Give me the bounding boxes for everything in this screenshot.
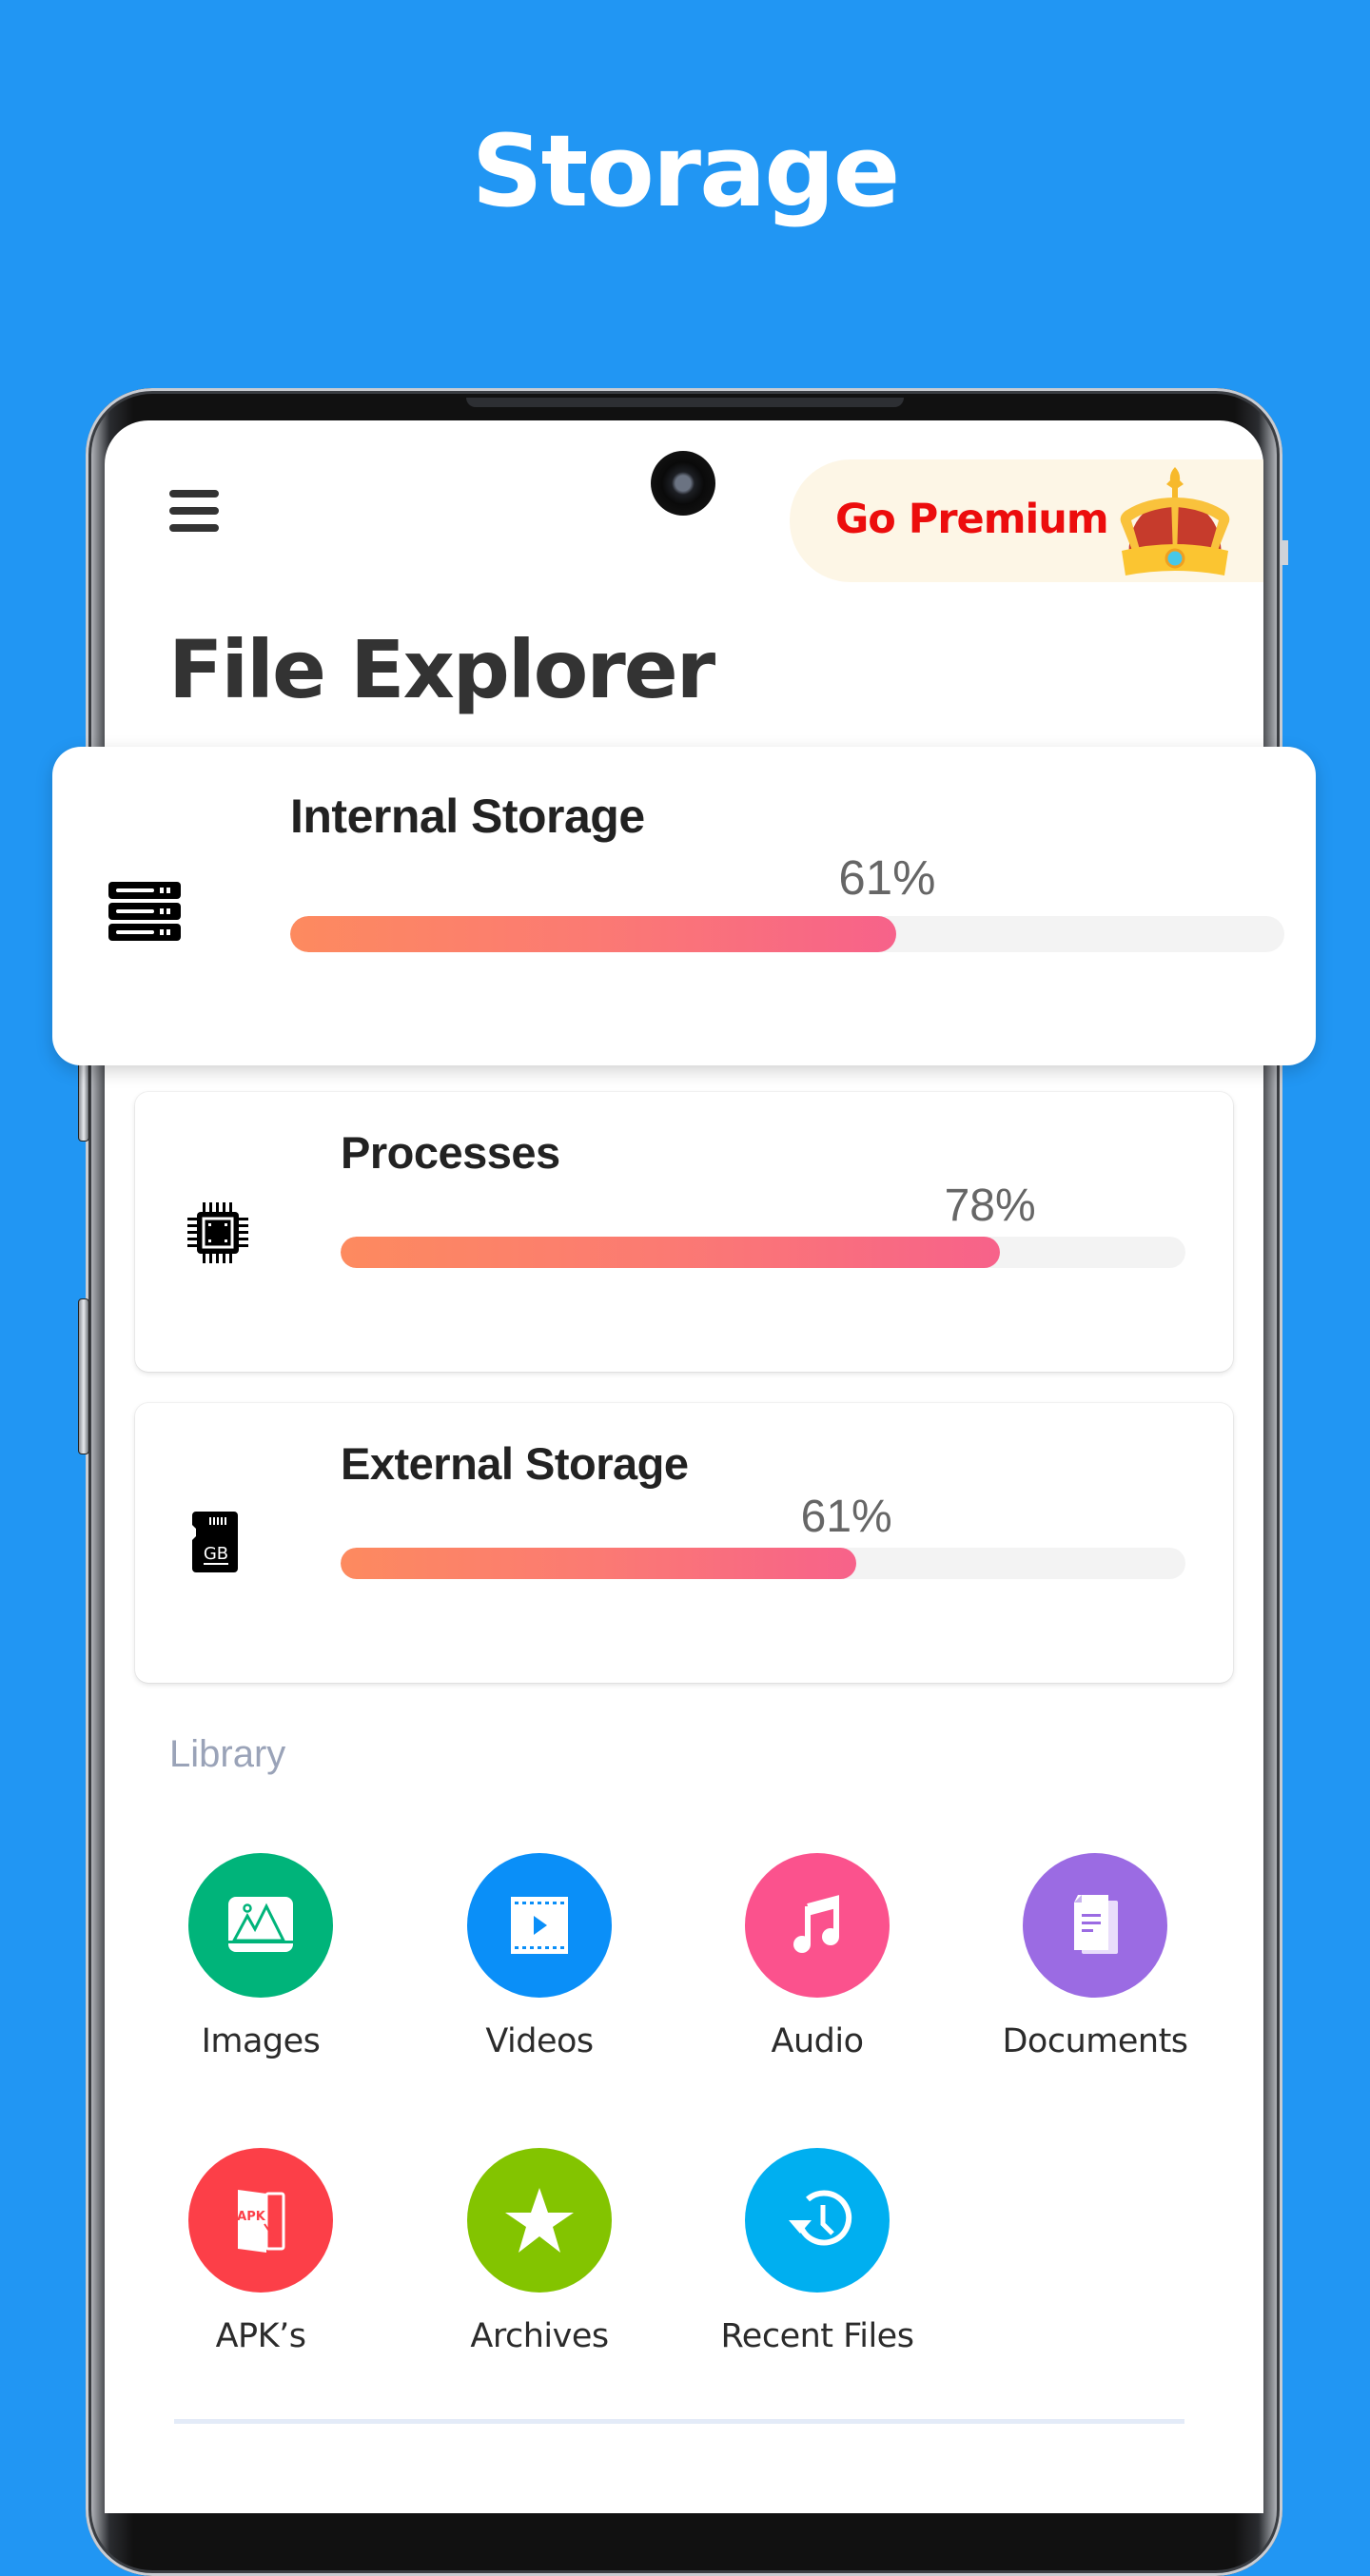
- sd-card-icon: GB: [192, 1512, 238, 1572]
- library-item-videos[interactable]: Videos: [416, 1853, 663, 2060]
- phone-power-button: [1281, 540, 1288, 565]
- server-storage-icon: [108, 882, 181, 941]
- apks-button[interactable]: APK: [188, 2148, 333, 2293]
- svg-text:APK: APK: [237, 2210, 266, 2224]
- image-icon: [228, 1897, 293, 1952]
- documents-button[interactable]: [1023, 1853, 1167, 1998]
- library-item-label: Videos: [485, 2022, 594, 2060]
- archives-button[interactable]: [467, 2148, 612, 2293]
- library-item-apks[interactable]: APK APK’s: [137, 2148, 384, 2355]
- usage-progress-bar: [290, 916, 1284, 952]
- card-title: External Storage: [341, 1438, 689, 1489]
- front-camera: [651, 451, 715, 516]
- go-premium-label: Go Premium: [835, 496, 1109, 543]
- library-item-documents[interactable]: Documents: [971, 1853, 1219, 2060]
- page-headline: Storage: [471, 113, 901, 229]
- usage-progress-fill: [341, 1237, 1000, 1268]
- library-item-label: Recent Files: [720, 2317, 914, 2355]
- card-title: Processes: [341, 1127, 560, 1178]
- audio-button[interactable]: [745, 1853, 890, 1998]
- images-button[interactable]: [188, 1853, 333, 1998]
- apk-icon: APK: [237, 2190, 285, 2253]
- svg-text:GB: GB: [204, 1544, 228, 1564]
- external-storage-card[interactable]: GB External Storage 61%: [135, 1403, 1233, 1683]
- phone-volume-down-button: [78, 1298, 89, 1454]
- library-item-label: Documents: [1002, 2022, 1188, 2060]
- usage-progress-bar: [341, 1237, 1185, 1268]
- library-section-label: Library: [169, 1733, 286, 1775]
- library-item-audio[interactable]: Audio: [694, 1853, 941, 2060]
- phone-speaker-grille: [466, 398, 904, 407]
- hamburger-menu-icon[interactable]: [169, 490, 219, 532]
- library-item-recent-files[interactable]: Recent Files: [694, 2148, 941, 2355]
- usage-progress-bar: [341, 1548, 1185, 1579]
- usage-percent-label: 78%: [944, 1181, 1036, 1231]
- library-item-label: Archives: [470, 2317, 609, 2355]
- document-icon: [1074, 1895, 1118, 1954]
- usage-percent-label: 61%: [800, 1492, 892, 1542]
- history-icon: [789, 2190, 852, 2246]
- library-item-label: Audio: [771, 2022, 864, 2060]
- music-note-icon: [793, 1895, 839, 1953]
- section-divider: [174, 2419, 1184, 2424]
- app-title: File Explorer: [168, 623, 715, 716]
- usage-progress-fill: [290, 916, 897, 952]
- recent-files-button[interactable]: [745, 2148, 890, 2293]
- cpu-chip-icon: [187, 1202, 248, 1263]
- go-premium-button[interactable]: Go Premium: [790, 459, 1263, 582]
- library-item-archives[interactable]: Archives: [416, 2148, 663, 2355]
- crown-icon: [1120, 467, 1230, 576]
- processes-card[interactable]: Processes 78%: [135, 1092, 1233, 1372]
- videos-button[interactable]: [467, 1853, 612, 1998]
- usage-progress-fill: [341, 1548, 856, 1579]
- star-icon: [505, 2188, 574, 2253]
- internal-storage-card[interactable]: Internal Storage 61%: [52, 747, 1316, 1065]
- usage-percent-label: 61%: [838, 850, 936, 905]
- library-item-label: APK’s: [215, 2317, 306, 2355]
- library-item-images[interactable]: Images: [137, 1853, 384, 2060]
- card-title: Internal Storage: [290, 790, 645, 843]
- video-icon: [511, 1897, 568, 1954]
- library-item-label: Images: [201, 2022, 321, 2060]
